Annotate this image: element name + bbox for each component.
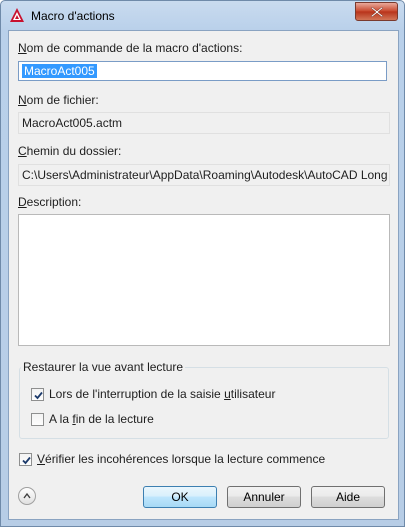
restore-on-end-option[interactable]: A la fin de la lecture xyxy=(31,412,154,426)
restore-on-interrupt-checkbox[interactable] xyxy=(31,387,44,401)
file-name-label: Nom de fichier: xyxy=(18,93,99,107)
help-button[interactable]: Aide xyxy=(311,486,385,508)
restore-on-end-label: A la fin de la lecture xyxy=(49,412,154,426)
checkmark-icon xyxy=(22,456,31,464)
description-label: Description: xyxy=(18,195,82,209)
description-textarea[interactable] xyxy=(18,214,390,346)
command-name-input[interactable]: MacroAct005 xyxy=(18,61,387,81)
chevron-up-icon xyxy=(23,492,31,499)
file-name-field: MacroAct005.actm xyxy=(18,112,390,134)
verify-inconsistencies-checkbox[interactable] xyxy=(19,452,32,466)
expand-details-button[interactable] xyxy=(18,487,36,505)
restore-on-end-checkbox[interactable] xyxy=(31,412,44,426)
command-name-label: Nom de commande de la macro d'actions: xyxy=(18,41,243,55)
title-bar[interactable]: Macro d'actions xyxy=(1,1,404,31)
close-icon xyxy=(371,7,383,17)
window-title: Macro d'actions xyxy=(31,9,115,23)
restore-view-group-title: Restaurer la vue avant lecture xyxy=(21,360,186,374)
command-name-value: MacroAct005 xyxy=(22,64,97,78)
close-button[interactable] xyxy=(355,2,398,21)
restore-on-interrupt-option[interactable]: Lors de l'interruption de la saisie util… xyxy=(31,387,275,401)
dialog-window: Macro d'actions Nom de commande de la ma… xyxy=(0,0,405,527)
autocad-logo-icon xyxy=(9,7,25,23)
dialog-body: Nom de commande de la macro d'actions: M… xyxy=(8,30,399,520)
checkmark-icon xyxy=(34,391,43,399)
verify-inconsistencies-option[interactable]: Vérifier les incohérences lorsque la lec… xyxy=(19,452,325,466)
folder-path-field: C:\Users\Administrateur\AppData\Roaming\… xyxy=(18,164,390,186)
ok-button[interactable]: OK xyxy=(143,486,217,508)
restore-view-group xyxy=(19,367,389,439)
cancel-button[interactable]: Annuler xyxy=(227,486,301,508)
verify-inconsistencies-label: Vérifier les incohérences lorsque la lec… xyxy=(37,452,326,466)
folder-path-label: Chemin du dossier: xyxy=(18,144,122,158)
restore-on-interrupt-label: Lors de l'interruption de la saisie util… xyxy=(49,387,276,401)
